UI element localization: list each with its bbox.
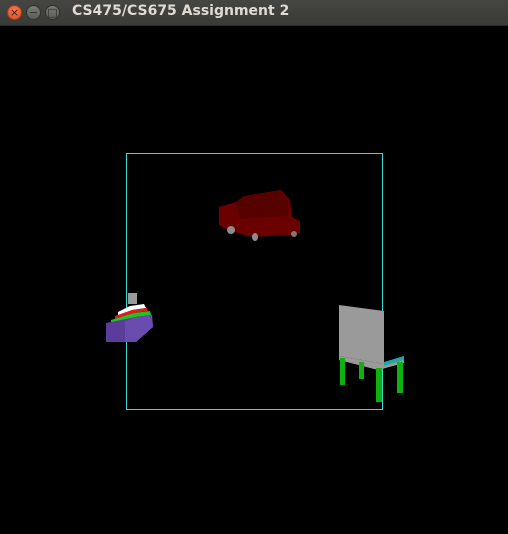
car-model [219,190,300,241]
car-wheel [252,233,258,241]
car-wheel [291,231,297,237]
chair-leg [359,362,364,379]
render-canvas[interactable] [0,26,508,534]
chair-model [339,305,404,402]
boat-model [106,293,153,342]
car-cabin [236,190,288,219]
close-window-button[interactable]: × [7,5,22,20]
window-title: CS475/CS675 Assignment 2 [72,3,290,19]
minimize-window-button[interactable]: − [26,5,41,20]
window-titlebar[interactable]: × − □ CS475/CS675 Assignment 2 [0,0,508,26]
chair-leg [340,358,345,385]
chair-backrest [339,305,384,364]
maximize-window-button[interactable]: □ [45,5,60,20]
car-wheel [227,226,235,234]
scene-svg [106,153,404,410]
chair-leg [376,368,382,402]
chair-leg [397,362,403,393]
boat-mast [128,293,137,304]
